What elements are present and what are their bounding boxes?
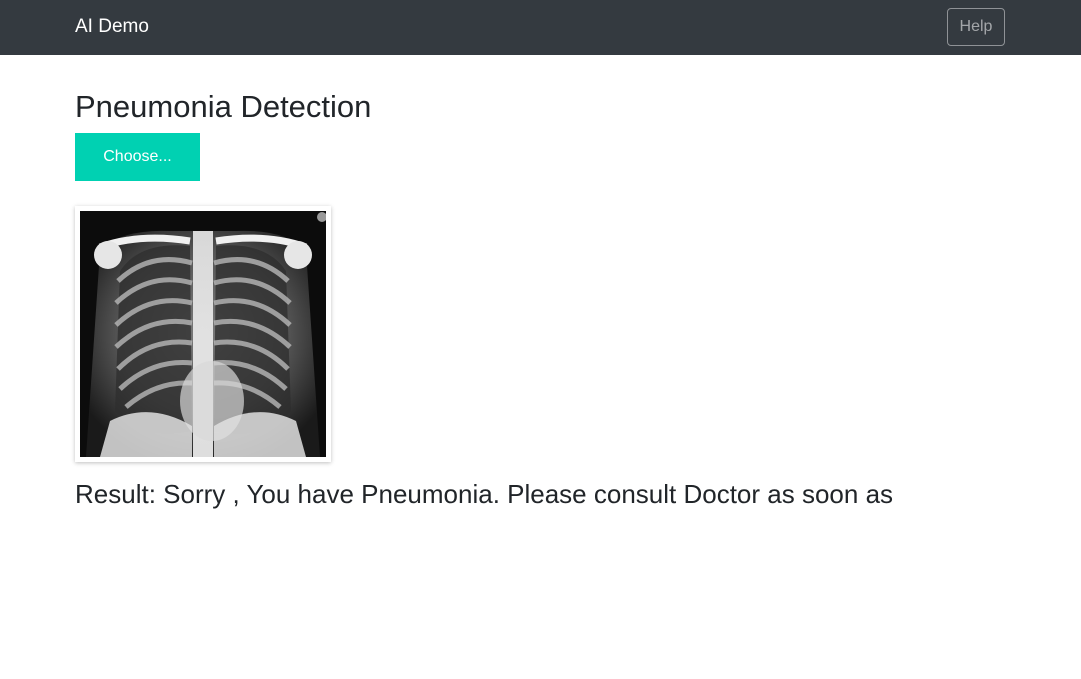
- page-title: Pneumonia Detection: [75, 89, 372, 124]
- result-text: Result: Sorry , You have Pneumonia. Plea…: [75, 479, 894, 509]
- brand-link[interactable]: AI Demo: [75, 15, 149, 39]
- top-navbar: AI Demo Help: [0, 0, 1081, 55]
- choose-file-button[interactable]: Choose...: [75, 133, 200, 181]
- xray-preview: [75, 206, 331, 462]
- chest-xray-image: [80, 211, 326, 457]
- help-button[interactable]: Help: [947, 8, 1005, 46]
